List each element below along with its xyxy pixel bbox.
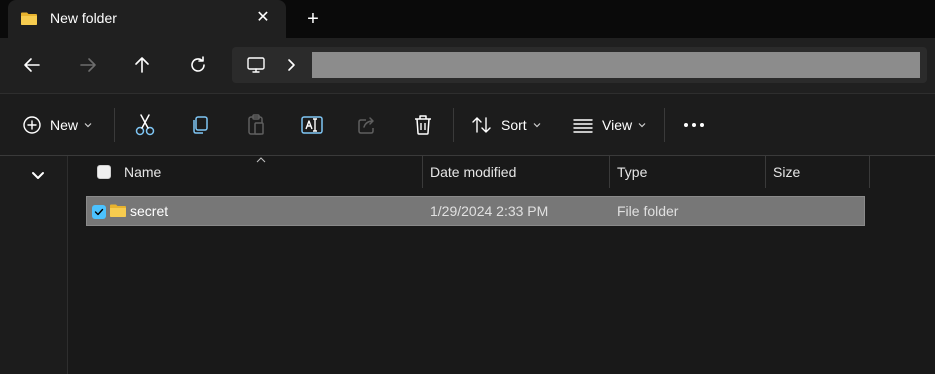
column-header-type[interactable]: Type [617,156,647,188]
tab-strip: New folder ✕ + [0,0,935,38]
navigation-bar [0,38,935,93]
address-path-redacted[interactable] [312,52,920,78]
column-divider[interactable] [422,156,423,188]
arrow-up-icon[interactable] [129,52,155,78]
toolbar-separator [114,108,115,142]
tab-new-folder[interactable]: New folder ✕ [8,0,286,38]
refresh-icon[interactable] [185,52,211,78]
new-tab-button[interactable]: + [302,8,324,30]
table-row[interactable]: secret 1/29/2024 2:33 PM File folder [86,196,865,226]
view-button[interactable]: View [572,112,646,138]
checkmark-icon [94,208,104,216]
sort-label: Sort [501,117,527,133]
sort-ascending-icon [256,157,266,163]
sort-button[interactable]: Sort [471,112,541,138]
chevron-down-icon [533,123,541,128]
paste-icon[interactable] [245,112,267,138]
cut-icon[interactable] [134,112,156,138]
select-all-checkbox[interactable] [97,165,111,179]
file-name[interactable]: secret [130,197,168,225]
column-header-name[interactable]: Name [124,156,161,188]
new-label: New [50,117,79,133]
tab-title: New folder [50,10,117,26]
column-header-date-modified[interactable]: Date modified [430,156,516,188]
copy-icon[interactable] [189,112,211,138]
view-list-icon [573,119,593,133]
this-pc-icon[interactable] [246,55,266,75]
address-bar[interactable] [232,47,927,83]
close-tab-icon[interactable]: ✕ [254,9,272,27]
delete-icon[interactable] [412,112,434,138]
share-icon[interactable] [356,112,378,138]
file-list: Name Date modified Type Size secret 1/29… [68,156,935,374]
view-label: View [602,117,633,133]
folder-icon [110,204,126,217]
more-options-icon[interactable] [682,112,706,138]
chevron-down-icon [84,123,92,128]
column-header-size[interactable]: Size [773,156,800,188]
file-type: File folder [617,203,679,219]
column-divider[interactable] [869,156,870,188]
chevron-right-icon[interactable] [286,57,296,73]
rename-icon[interactable] [300,112,324,138]
row-checkbox[interactable] [92,205,106,219]
sort-icon [472,117,491,133]
command-bar: New Sort View [0,94,935,155]
toolbar-separator [453,108,454,142]
navigation-pane [0,156,68,374]
new-button[interactable]: New [22,112,92,138]
file-date-modified: 1/29/2024 2:33 PM [430,203,549,219]
chevron-down-icon[interactable] [31,171,45,180]
column-divider[interactable] [765,156,766,188]
chevron-down-icon [638,123,646,128]
arrow-left-icon[interactable] [19,52,45,78]
toolbar-separator [664,108,665,142]
folder-icon [21,12,37,25]
plus-circle-icon [23,116,41,134]
file-explorer-window: New folder ✕ + New Sort View Name Date m… [0,0,935,374]
arrow-right-icon[interactable] [75,52,101,78]
column-divider[interactable] [609,156,610,188]
